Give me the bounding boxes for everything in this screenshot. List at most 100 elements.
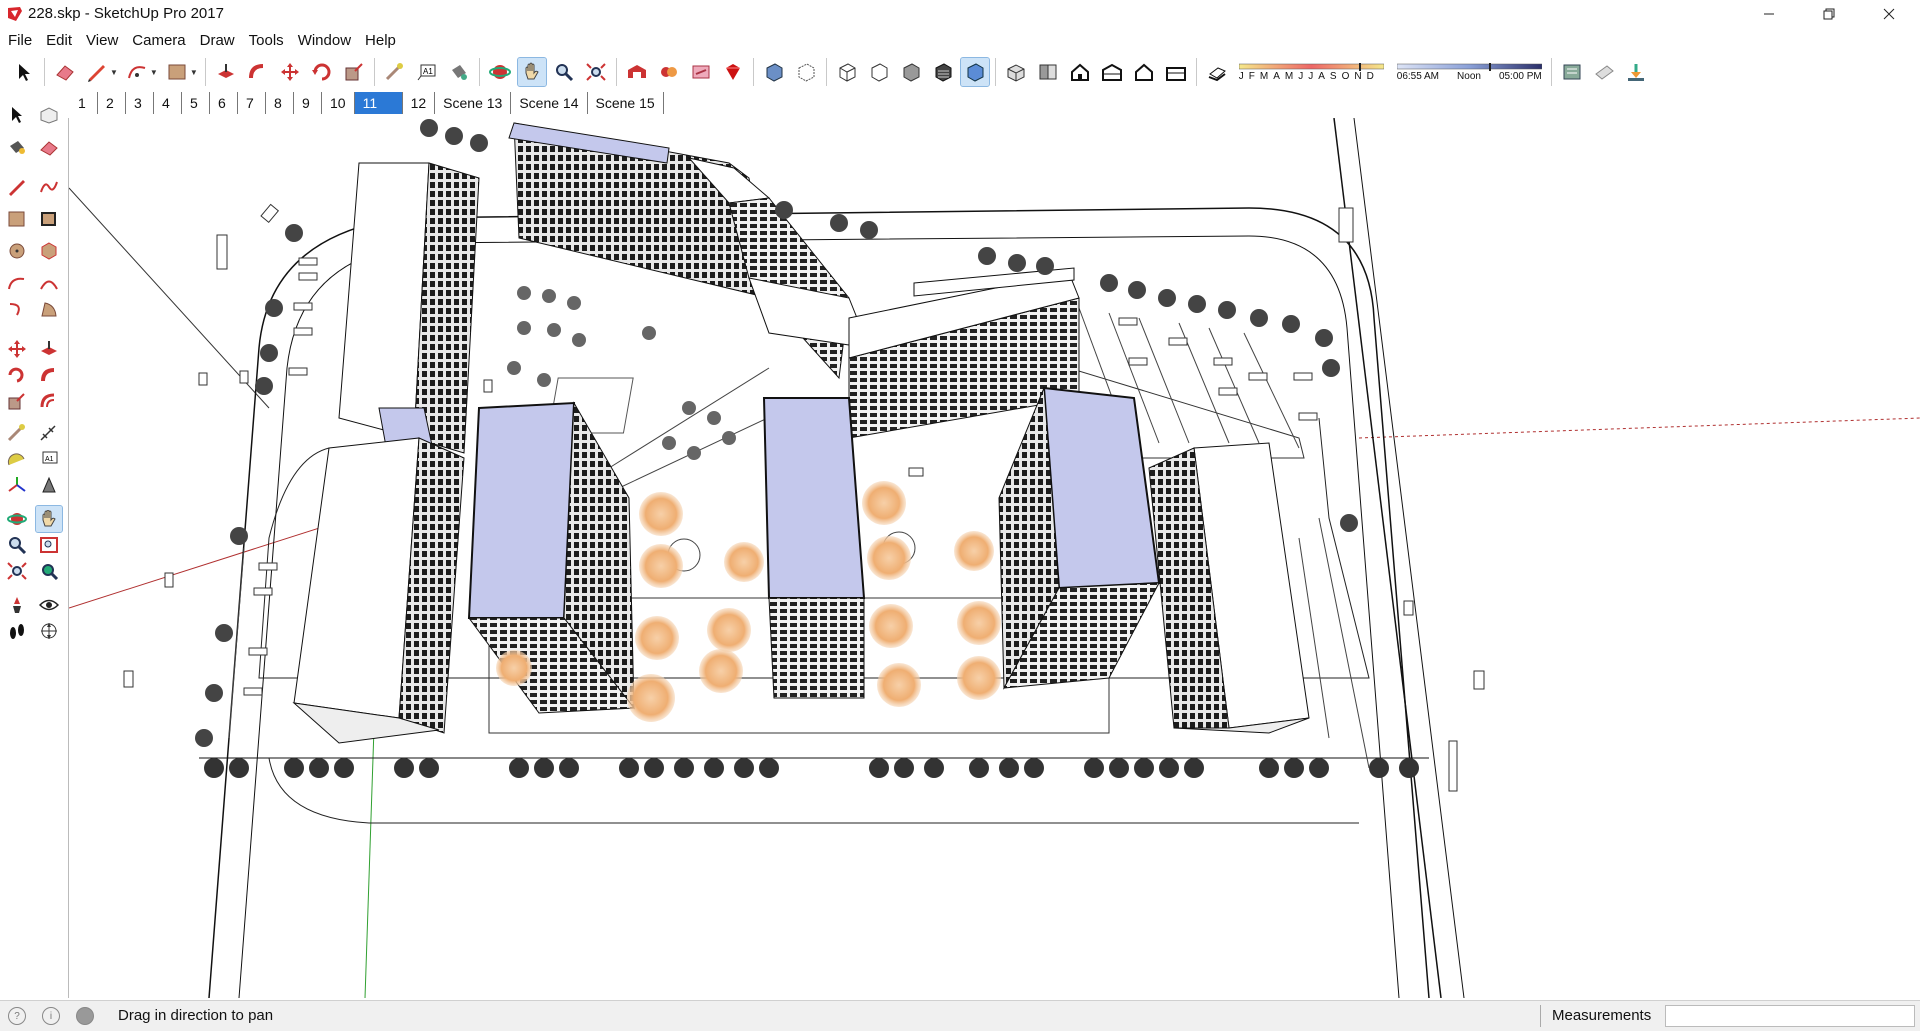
position-camera-tool[interactable] xyxy=(4,592,30,618)
back-view-button[interactable] xyxy=(1130,58,1158,86)
3d-text-tool[interactable] xyxy=(36,472,62,498)
scene-tab[interactable]: Scene 14 xyxy=(511,92,588,114)
credits-icon[interactable]: i xyxy=(42,1007,60,1025)
rotated-rectangle-tool[interactable] xyxy=(36,206,62,232)
orbit-tool-button[interactable] xyxy=(486,58,514,86)
xray-button[interactable] xyxy=(760,58,788,86)
arc-tool-button[interactable] xyxy=(123,58,151,86)
chevron-down-icon[interactable]: ▼ xyxy=(190,68,198,77)
select-tool[interactable] xyxy=(4,102,30,128)
user-icon[interactable] xyxy=(76,1007,94,1025)
front-view-button[interactable] xyxy=(1066,58,1094,86)
monochrome-button[interactable] xyxy=(959,57,990,87)
previous-view-tool[interactable] xyxy=(36,558,62,584)
text-tool[interactable]: A1 xyxy=(36,446,62,472)
shaded-button[interactable] xyxy=(897,58,925,86)
walk-tool[interactable] xyxy=(4,618,30,644)
follow-me-tool-button[interactable] xyxy=(244,58,272,86)
scene-tab[interactable]: 12 xyxy=(403,92,436,114)
menu-view[interactable]: View xyxy=(79,32,125,49)
back-edges-button[interactable] xyxy=(792,58,820,86)
rotate-tool-button[interactable] xyxy=(308,58,336,86)
tape-measure-tool[interactable] xyxy=(4,420,30,446)
rotate-tool[interactable] xyxy=(4,362,30,388)
scene-tab[interactable]: Scene 15 xyxy=(588,92,664,114)
menu-window[interactable]: Window xyxy=(291,32,358,49)
scene-tab[interactable]: 9 xyxy=(294,92,322,114)
hidden-line-button[interactable] xyxy=(865,58,893,86)
arc-tool[interactable] xyxy=(4,270,30,296)
minimize-button[interactable] xyxy=(1746,0,1792,28)
eraser-tool[interactable] xyxy=(36,134,62,160)
scene-tab[interactable]: 1 xyxy=(70,92,98,114)
offset-tool[interactable] xyxy=(36,388,62,414)
model-viewport[interactable] xyxy=(68,118,1920,998)
zoom-window-tool[interactable] xyxy=(36,532,62,558)
scale-tool-button[interactable] xyxy=(340,58,368,86)
zoom-tool[interactable] xyxy=(4,532,30,558)
paint-bucket-tool[interactable] xyxy=(4,134,30,160)
orbit-tool[interactable] xyxy=(4,506,30,532)
top-view-button[interactable] xyxy=(1034,58,1062,86)
three-point-arc-tool[interactable] xyxy=(4,296,30,322)
zoom-extents-tool-button[interactable] xyxy=(582,58,610,86)
scene-tab[interactable]: 2 xyxy=(98,92,126,114)
circle-tool[interactable] xyxy=(4,238,30,264)
follow-me-tool[interactable] xyxy=(36,362,62,388)
move-tool-button[interactable] xyxy=(276,58,304,86)
menu-tools[interactable]: Tools xyxy=(242,32,291,49)
shadow-date-slider[interactable]: J F M A M J J A S O N D xyxy=(1238,62,1389,82)
scene-tab[interactable]: 8 xyxy=(266,92,294,114)
geolocation-button[interactable] xyxy=(1622,58,1650,86)
freehand-tool[interactable] xyxy=(36,174,62,200)
restore-button[interactable] xyxy=(1806,0,1852,28)
scene-tab[interactable]: Scene 13 xyxy=(435,92,512,114)
pie-tool[interactable] xyxy=(36,296,62,322)
move-tool[interactable] xyxy=(4,336,30,362)
layers-button[interactable] xyxy=(1558,58,1586,86)
protractor-tool[interactable] xyxy=(4,446,30,472)
pan-tool[interactable] xyxy=(35,505,63,533)
time-slider-track[interactable] xyxy=(1396,62,1542,71)
make-component-tool[interactable] xyxy=(36,102,62,128)
measurements-input[interactable] xyxy=(1665,1005,1915,1027)
shaded-textures-button[interactable] xyxy=(929,58,957,86)
shadows-toggle-button[interactable] xyxy=(1203,58,1231,86)
pan-tool-button[interactable] xyxy=(516,57,547,87)
push-pull-tool[interactable] xyxy=(36,336,62,362)
scene-tab[interactable]: 6 xyxy=(210,92,238,114)
scene-tab[interactable]: 7 xyxy=(238,92,266,114)
polygon-tool[interactable] xyxy=(36,238,62,264)
3d-warehouse-button[interactable] xyxy=(623,58,651,86)
scene-tab[interactable]: 5 xyxy=(182,92,210,114)
geo-info-icon[interactable]: ? xyxy=(8,1007,26,1025)
zoom-extents-tool[interactable] xyxy=(4,558,30,584)
axes-tool[interactable] xyxy=(4,472,30,498)
tape-measure-tool-button[interactable] xyxy=(381,58,409,86)
extension-warehouse-button[interactable] xyxy=(655,58,683,86)
dimension-tool[interactable] xyxy=(36,420,62,446)
rectangle-tool[interactable] xyxy=(4,206,30,232)
left-view-button[interactable] xyxy=(1162,58,1190,86)
menu-help[interactable]: Help xyxy=(358,32,403,49)
rectangle-tool-button[interactable] xyxy=(163,58,191,86)
pencil-tool-button[interactable] xyxy=(83,58,111,86)
scene-tab[interactable]: 3 xyxy=(126,92,154,114)
line-tool[interactable] xyxy=(4,174,30,200)
styles-button[interactable] xyxy=(1590,58,1618,86)
menu-draw[interactable]: Draw xyxy=(193,32,242,49)
shadow-time-slider[interactable]: 06:55 AM Noon 05:00 PM xyxy=(1396,62,1547,82)
look-around-tool[interactable] xyxy=(36,592,62,618)
section-plane-tool[interactable] xyxy=(36,618,62,644)
two-point-arc-tool[interactable] xyxy=(36,270,62,296)
share-model-button[interactable] xyxy=(687,58,715,86)
scale-tool[interactable] xyxy=(4,388,30,414)
zoom-tool-button[interactable] xyxy=(550,58,578,86)
paint-bucket-tool-button[interactable] xyxy=(445,58,473,86)
menu-camera[interactable]: Camera xyxy=(125,32,192,49)
ruby-console-button[interactable] xyxy=(719,58,747,86)
eraser-tool-button[interactable] xyxy=(51,58,79,86)
right-view-button[interactable] xyxy=(1098,58,1126,86)
text-tool-button[interactable]: A1 xyxy=(413,58,441,86)
chevron-down-icon[interactable]: ▼ xyxy=(150,68,158,77)
